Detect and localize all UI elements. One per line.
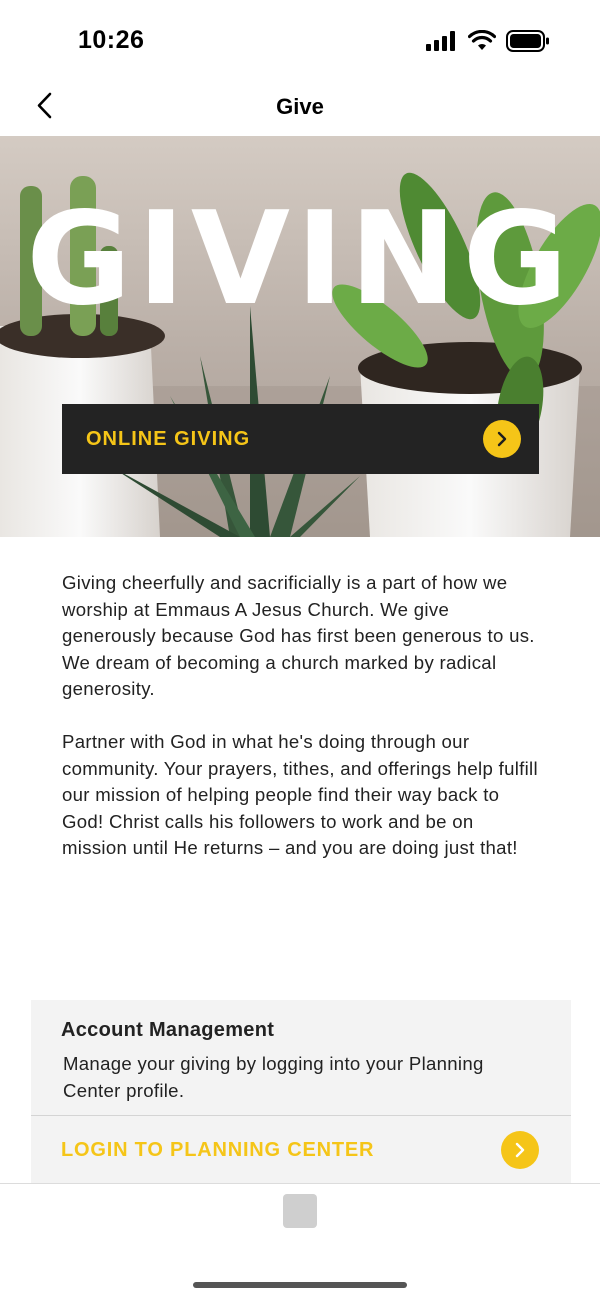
account-title: Account Management — [61, 1019, 275, 1041]
nav-bar: Give — [0, 80, 600, 136]
status-icons — [426, 30, 550, 52]
login-planning-center-button[interactable]: LOGIN TO PLANNING CENTER — [31, 1116, 571, 1183]
login-arrow — [501, 1131, 539, 1169]
status-time: 10:26 — [78, 26, 145, 54]
online-giving-arrow — [483, 420, 521, 458]
intro-paragraph: Giving cheerfully and sacrificially is a… — [62, 572, 535, 700]
account-description: Manage your giving by logging into your … — [63, 1053, 484, 1101]
wifi-icon — [468, 30, 496, 50]
signal-icon — [426, 31, 455, 51]
status-bar: 10:26 — [0, 0, 600, 80]
battery-icon — [506, 30, 549, 52]
chevron-right-icon — [497, 431, 507, 447]
intro-text: Giving cheerfully and sacrificially is a… — [62, 570, 542, 888]
page-title: Give — [276, 94, 324, 119]
bottom-tab-bar — [0, 1184, 600, 1300]
home-indicator — [193, 1282, 407, 1288]
hero-title: GIVING — [26, 185, 574, 334]
hero-banner: GIVING ONLINE GIVING — [0, 136, 600, 537]
login-label: LOGIN TO PLANNING CENTER — [61, 1139, 375, 1161]
account-management-card: Account Management Manage your giving by… — [31, 1000, 571, 1183]
chevron-right-icon — [515, 1142, 525, 1158]
online-giving-button[interactable]: ONLINE GIVING — [62, 404, 539, 474]
tab-icon-placeholder[interactable] — [283, 1194, 317, 1228]
intro-paragraph: Partner with God in what he's doing thro… — [62, 730, 538, 859]
online-giving-label: ONLINE GIVING — [86, 428, 251, 450]
